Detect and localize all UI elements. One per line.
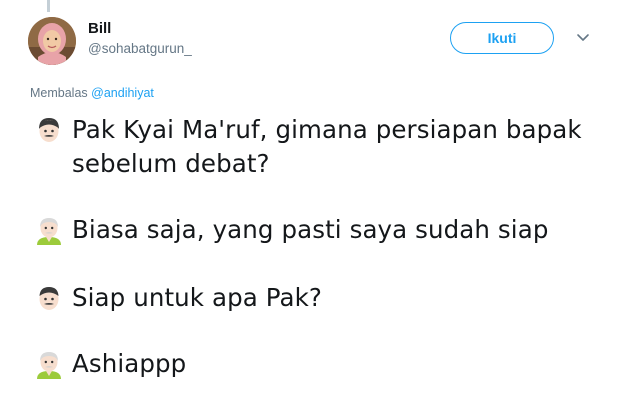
tweet-line: Siap untuk apa Pak?: [28, 281, 613, 315]
follow-button[interactable]: Ikuti: [450, 22, 554, 54]
tweet-line-text: Biasa saja, yang pasti saya sudah siap: [72, 215, 549, 244]
tweet-line: Biasa saja, yang pasti saya sudah siap: [28, 213, 613, 247]
tweet-header: Bill @sohabatgurun_ Ikuti: [28, 17, 608, 69]
tweet-line-text: Pak Kyai Ma'ruf, gimana persiapan bapak: [72, 115, 582, 144]
user-names: Bill @sohabatgurun_: [88, 20, 192, 56]
tweet-text: Pak Kyai Ma'ruf, gimana persiapan bapak …: [28, 113, 613, 381]
thread-connector-line: [47, 0, 50, 12]
chevron-down-icon[interactable]: [574, 28, 592, 46]
user-handle[interactable]: @sohabatgurun_: [88, 41, 192, 56]
tweet-line: Pak Kyai Ma'ruf, gimana persiapan bapak …: [28, 113, 613, 181]
old-man-emoji-icon: [34, 349, 64, 379]
reply-prefix: Membalas: [30, 86, 88, 100]
tweet-line-text: Siap untuk apa Pak?: [72, 283, 323, 312]
avatar[interactable]: [28, 17, 76, 65]
tweet-line-text: Ashiappp: [72, 349, 187, 378]
display-name[interactable]: Bill: [88, 20, 192, 37]
tweet-line: Ashiappp: [28, 347, 613, 381]
tweet-line-text: sebelum debat?: [72, 149, 270, 178]
man-face-emoji-icon: [34, 283, 64, 313]
man-face-emoji-icon: [34, 115, 64, 145]
old-man-emoji-icon: [34, 215, 64, 245]
reply-context: Membalas @andihiyat: [30, 86, 154, 100]
reply-mention-link[interactable]: @andihiyat: [91, 86, 154, 100]
